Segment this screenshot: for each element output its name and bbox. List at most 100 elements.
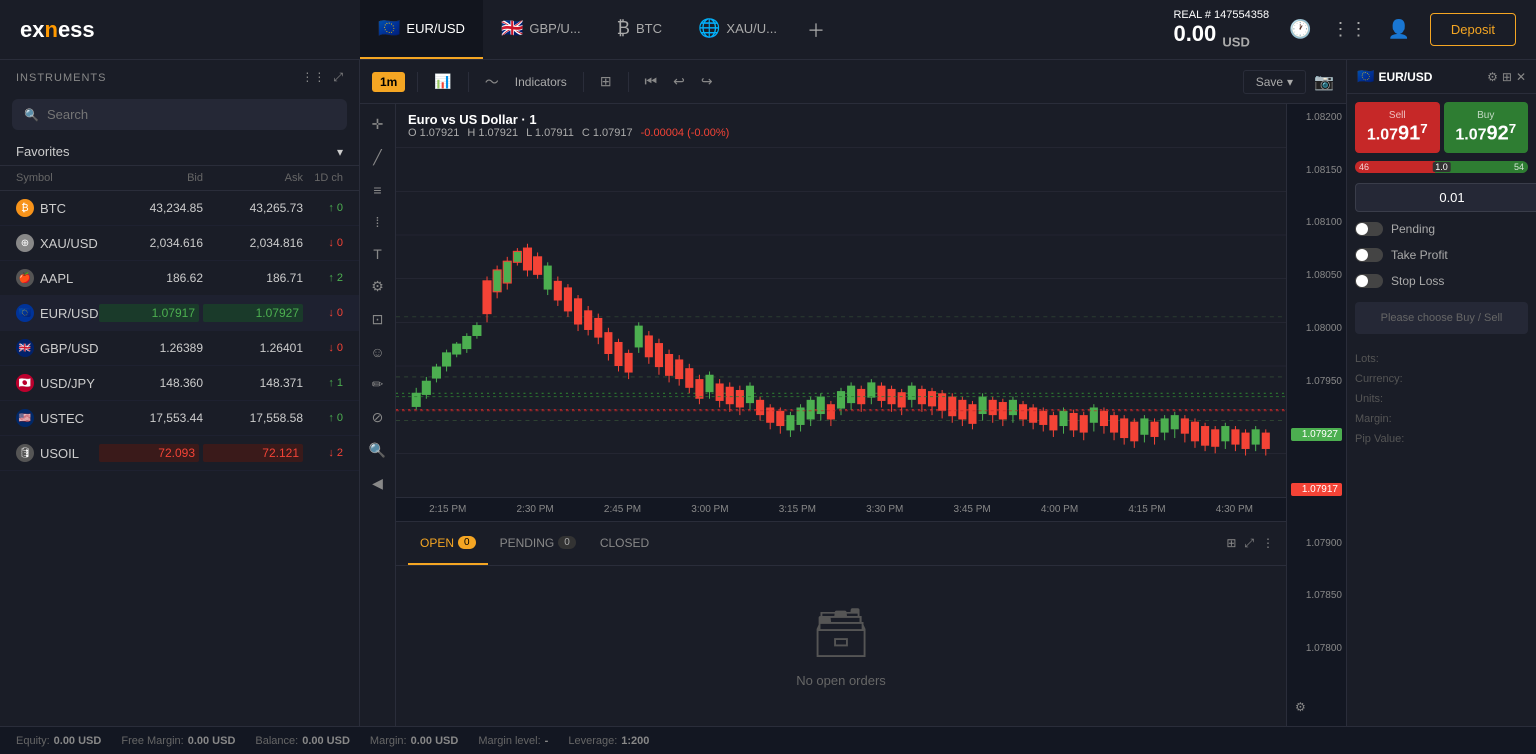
price-108100: 1.08100 (1291, 217, 1342, 228)
tab-closed[interactable]: CLOSED (588, 522, 661, 565)
order-menu-icon[interactable]: ⋮ (1262, 536, 1274, 551)
eurusd-flag-icon: 🇪🇺 (378, 18, 400, 39)
pending-toggle[interactable] (1355, 222, 1383, 236)
instrument-row[interactable]: 🍎 AAPL 186.62 186.71 ↑ 2 (0, 261, 359, 296)
instrument-row[interactable]: ₿ BTC 43,234.85 43,265.73 ↑ 0 (0, 191, 359, 226)
rp-layout-icon[interactable]: ⊞ (1502, 70, 1512, 84)
action-button[interactable]: Please choose Buy / Sell (1355, 302, 1528, 334)
instrument-row[interactable]: 🛢 USOIL 72.093 72.121 ↓ 2 (0, 436, 359, 471)
account-info: REAL # 147554358 0.00 USD (1173, 9, 1269, 49)
sell-button[interactable]: Sell 1.07917 (1355, 102, 1440, 153)
rewind-icon[interactable]: ⏮ (641, 69, 662, 94)
sidebar-expand-icon[interactable]: ⤢ (333, 70, 343, 85)
screenshot-button[interactable]: 📷 (1314, 72, 1334, 92)
save-button[interactable]: Save ▾ (1243, 70, 1306, 94)
channel-icon[interactable]: ⁞ (372, 210, 384, 234)
instrument-row[interactable]: 🇬🇧 GBP/USD 1.26389 1.26401 ↓ 0 (0, 331, 359, 366)
header: exness 🇪🇺 EUR/USD 🇬🇧 GBP/U... ₿ BTC 🌐 XA… (0, 0, 1536, 60)
add-tab-button[interactable]: ＋ (795, 17, 837, 43)
order-icon1[interactable]: ⊞ (1226, 536, 1236, 551)
rp-close-icon[interactable]: ✕ (1516, 70, 1526, 84)
indicators-icon[interactable]: 〜 (481, 68, 503, 96)
free-margin-value: 0.00 USD (188, 735, 236, 747)
stop-loss-label: Stop Loss (1391, 274, 1444, 288)
indicators-label[interactable]: Indicators (511, 71, 571, 93)
gbpusd-symbol: 🇬🇧 GBP/USD (16, 339, 103, 357)
lot-input[interactable] (1355, 183, 1536, 212)
sidebar-menu-icon[interactable]: ⋮⋮ (301, 70, 325, 85)
pip-row: Pip Value: (1355, 430, 1528, 450)
units-row: Units: (1355, 390, 1528, 410)
buy-price-main: 1.07 (1455, 126, 1486, 143)
layout-icon[interactable]: ⊞ (596, 69, 616, 94)
timeframe-button[interactable]: 1m (372, 72, 405, 92)
grid-icon[interactable]: ⋮⋮ (1332, 19, 1368, 40)
tab-xauusd-label: XAU/U... (726, 21, 777, 36)
order-expand-icon[interactable]: ⤢ (1244, 536, 1254, 551)
instrument-row-eurusd[interactable]: 🇪🇺 EUR/USD 1.07917 1.07927 ↓ 0 (0, 296, 359, 331)
leverage-label: Leverage: (568, 735, 617, 747)
drawing-tools: ✛ ╱ ≡ ⁞ T ⚙ ⊡ ☺ ✏ ⊘ 🔍 ◀ (360, 104, 396, 726)
pending-toggle-row[interactable]: Pending (1347, 216, 1536, 242)
tab-pending[interactable]: PENDING 0 (488, 522, 588, 565)
favorites-row[interactable]: Favorites ▾ (0, 138, 359, 166)
text-icon[interactable]: T (369, 242, 386, 266)
sell-label: Sell (1359, 110, 1436, 121)
crosshair-icon[interactable]: ✛ (368, 112, 388, 137)
margin-row: Margin: (1355, 410, 1528, 430)
take-profit-toggle-row[interactable]: Take Profit (1347, 242, 1536, 268)
chart-type-icon[interactable]: 📊 (430, 69, 455, 94)
zoom-icon[interactable]: 🔍 (365, 438, 390, 463)
undo-icon[interactable]: ↩ (669, 69, 689, 94)
order-panel: OPEN 0 PENDING 0 CLOSED ⊞ ⤢ (396, 521, 1286, 726)
collapse-icon[interactable]: ◀ (368, 471, 387, 496)
pencil-icon[interactable]: ✏ (368, 372, 388, 397)
time-330: 3:30 PM (841, 504, 928, 515)
chart-wrapper: 1m 📊 〜 Indicators ⊞ ⏮ ↩ ↪ Save ▾ 📷 ✛ ╱ ≡ (360, 60, 1346, 726)
stop-loss-toggle-row[interactable]: Stop Loss (1347, 268, 1536, 294)
buy-button[interactable]: Buy 1.07927 (1444, 102, 1529, 153)
pending-label: Pending (1391, 222, 1435, 236)
tab-gbpusd[interactable]: 🇬🇧 GBP/U... (483, 0, 599, 59)
tab-open[interactable]: OPEN 0 (408, 522, 488, 565)
axis-settings-icon[interactable]: ⚙ (1291, 696, 1342, 718)
free-margin-item: Free Margin: 0.00 USD (121, 735, 235, 747)
take-profit-label: Take Profit (1391, 248, 1448, 262)
rp-settings-icon[interactable]: ⚙ (1487, 70, 1498, 84)
save-label: Save (1256, 75, 1283, 89)
account-icon[interactable]: 👤 (1388, 19, 1410, 40)
stop-loss-toggle[interactable] (1355, 274, 1383, 288)
btc-symbol: ₿ BTC (16, 199, 103, 217)
time-430: 4:30 PM (1191, 504, 1278, 515)
pattern-icon[interactable]: ⚙ (367, 274, 388, 299)
tab-xauusd[interactable]: 🌐 XAU/U... (680, 0, 795, 59)
measure-icon[interactable]: ⊡ (368, 307, 388, 332)
clock-icon[interactable]: 🕐 (1289, 19, 1311, 40)
chart-title: Euro vs US Dollar · 1 O 1.07921 H 1.0792… (408, 112, 729, 139)
price-107850: 1.07850 (1291, 590, 1342, 601)
price-108200: 1.08200 (1291, 112, 1342, 123)
trend-line-icon[interactable]: ╱ (369, 145, 385, 170)
deposit-button[interactable]: Deposit (1430, 13, 1516, 46)
time-245: 2:45 PM (579, 504, 666, 515)
ustec-icon: 🇺🇸 (16, 409, 34, 427)
account-type: REAL # 147554358 (1173, 9, 1269, 21)
eraser-icon[interactable]: ⊘ (368, 405, 388, 430)
account-area: REAL # 147554358 0.00 USD 🕐 ⋮⋮ 👤 Deposit (1153, 9, 1536, 49)
rp-flag-icon: 🇪🇺 (1357, 68, 1374, 85)
instrument-row[interactable]: ⊕ XAU/USD 2,034.616 2,034.816 ↓ 0 (0, 226, 359, 261)
smile-icon[interactable]: ☺ (366, 340, 388, 364)
instrument-row[interactable]: 🇺🇸 USTEC 17,553.44 17,558.58 ↑ 0 (0, 401, 359, 436)
column-headers: Symbol Bid Ask 1D ch (0, 166, 359, 191)
redo-icon[interactable]: ↪ (697, 69, 717, 94)
pending-toggle-knob (1356, 223, 1368, 235)
search-input[interactable] (47, 107, 335, 122)
spread-bar: 46 1.0 54 (1355, 161, 1528, 173)
tab-btc[interactable]: ₿ BTC (599, 0, 680, 59)
take-profit-toggle[interactable] (1355, 248, 1383, 262)
instrument-row[interactable]: 🇯🇵 USD/JPY 148.360 148.371 ↑ 1 (0, 366, 359, 401)
tab-eurusd[interactable]: 🇪🇺 EUR/USD (360, 0, 483, 59)
horizontal-line-icon[interactable]: ≡ (369, 178, 385, 202)
eurusd-symbol: 🇪🇺 EUR/USD (16, 304, 99, 322)
buy-label: Buy (1448, 110, 1525, 121)
